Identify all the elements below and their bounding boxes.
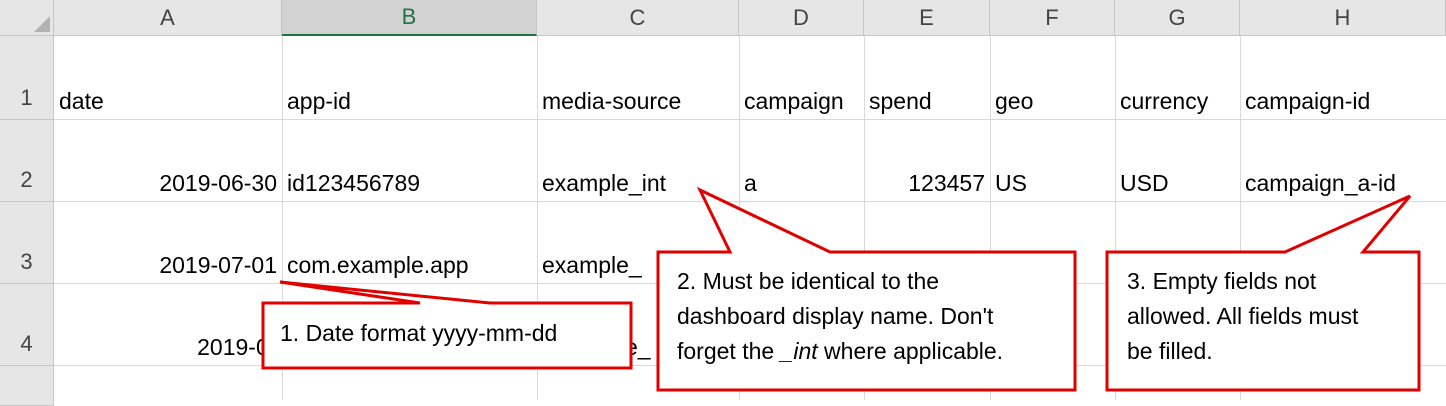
callout-2-line-3-post: where applicable. — [817, 338, 1004, 364]
callout-2-line-3-pre: forget the — [677, 338, 781, 364]
callout-3-line-2: allowed. All fields must — [1127, 303, 1359, 329]
callout-2-line-3-em: _int — [780, 338, 818, 364]
callout-3-line-1: 3. Empty fields not — [1127, 268, 1317, 294]
callout-1-text: 1. Date format yyyy-mm-dd — [280, 320, 558, 346]
spreadsheet: A B C D E F G H 1 2 3 4 date app-id medi… — [0, 0, 1446, 406]
callout-2-line-1: 2. Must be identical to the — [677, 268, 940, 294]
callout-3-line-3: be filled. — [1127, 338, 1213, 364]
callout-3-text: 3. Empty fields not allowed. All fields … — [1127, 264, 1358, 369]
callout-2-text: 2. Must be identical to the dashboard di… — [677, 264, 1003, 369]
callout-2-line-2: dashboard display name. Don't — [677, 303, 994, 329]
callout-2-line-3: forget the _int where applicable. — [677, 334, 1003, 369]
